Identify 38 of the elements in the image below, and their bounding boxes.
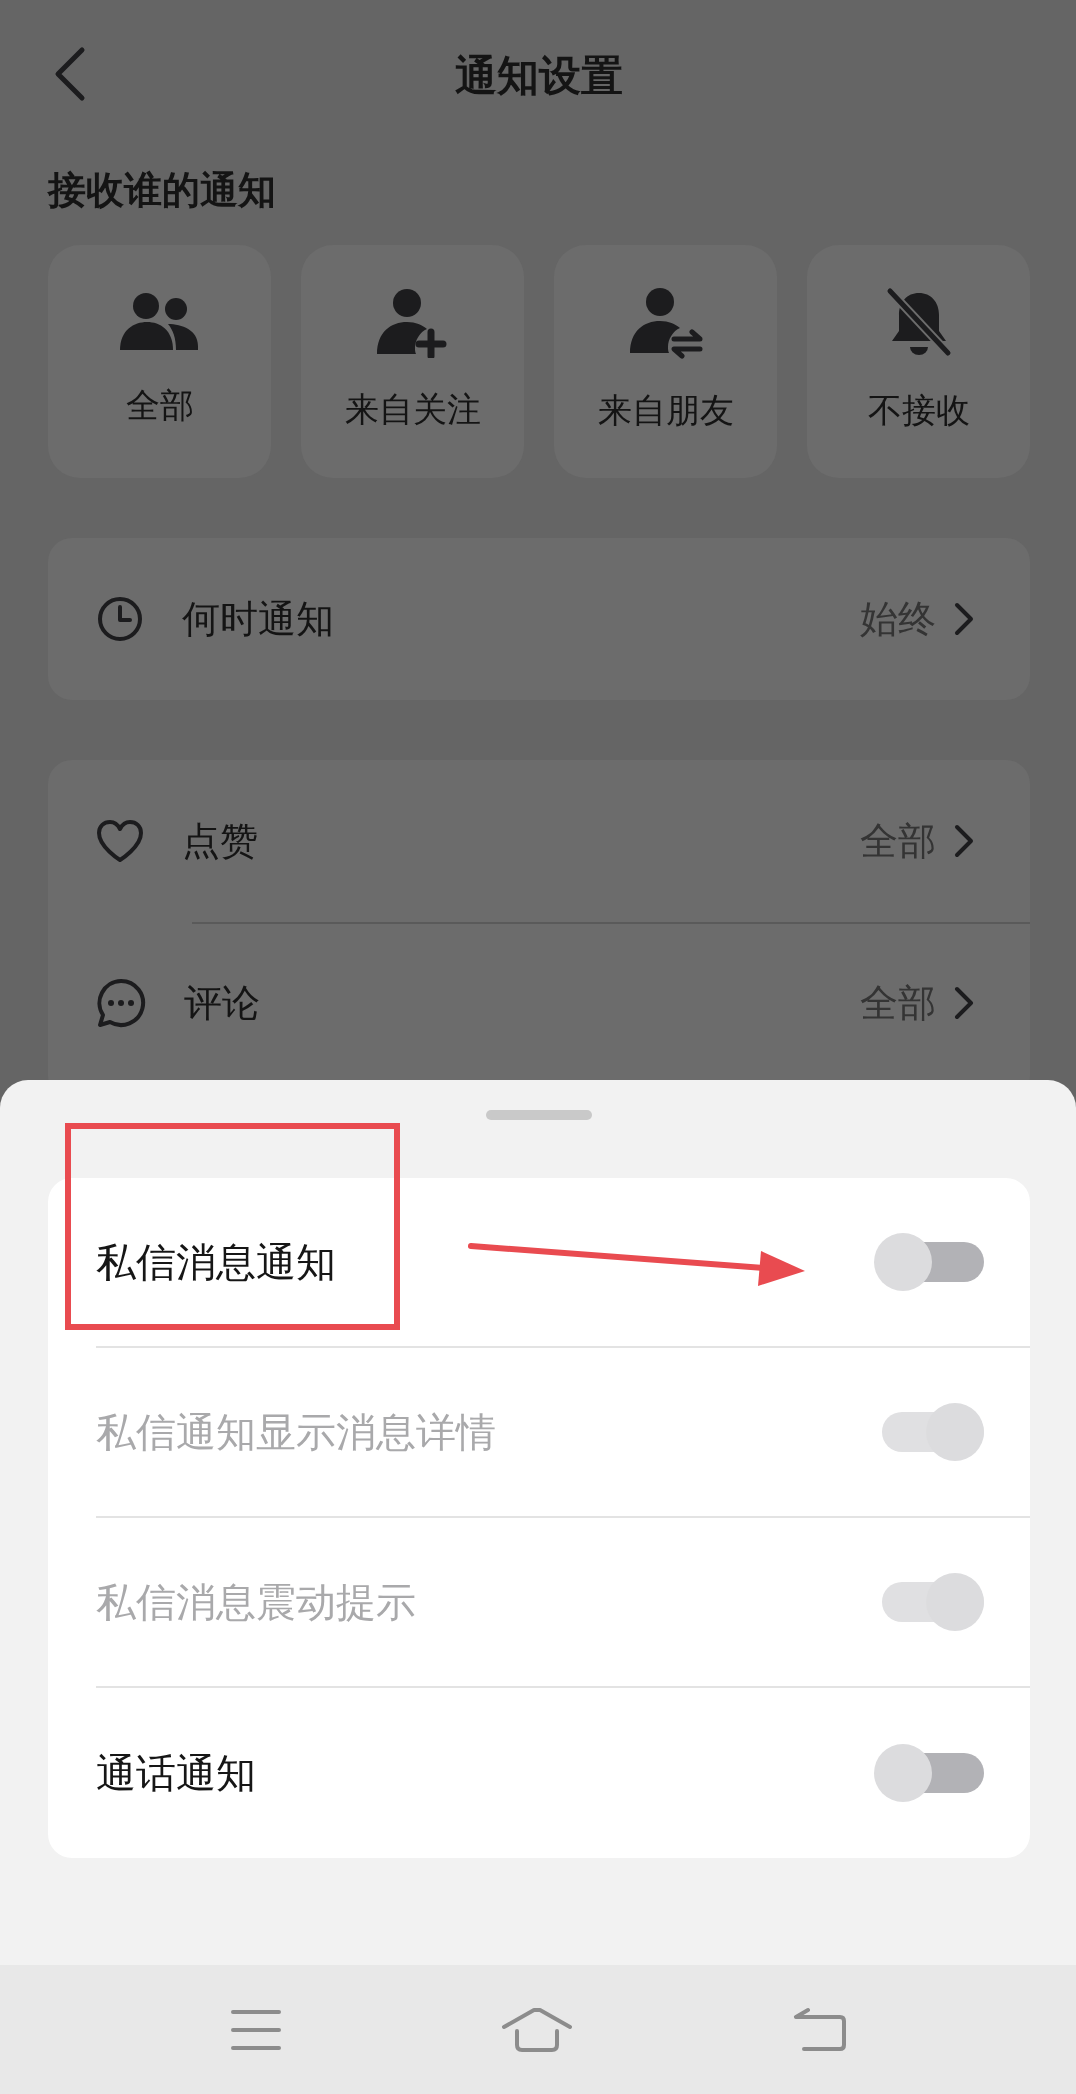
setting-label: 私信通知显示消息详情 (96, 1408, 496, 1457)
row-label: 点赞 (182, 817, 259, 865)
page-title: 通知设置 (455, 49, 623, 102)
chat-bubble-icon (96, 978, 146, 1028)
drag-handle[interactable] (486, 1110, 592, 1120)
option-label: 不接收 (867, 389, 970, 432)
recipient-option[interactable]: 不接收 (807, 245, 1030, 478)
option-label: 全部 (125, 384, 194, 427)
chevron-icon (954, 986, 974, 1020)
back-icon[interactable] (792, 2006, 847, 2053)
row-value: 始终 (860, 595, 936, 643)
menu-icon[interactable] (229, 2007, 282, 2052)
back-icon[interactable] (54, 46, 86, 102)
option-label: 来自关注 (344, 388, 481, 431)
settings-row[interactable]: 点赞 全部 (48, 760, 1030, 922)
clock-icon (96, 595, 144, 643)
row-value: 全部 (860, 817, 936, 865)
recipient-option[interactable]: 全部 (48, 245, 271, 478)
person-arrows-icon (627, 287, 704, 359)
toggle-switch[interactable] (874, 1233, 984, 1291)
settings-row[interactable]: 何时通知 始终 (48, 538, 1030, 700)
setting-label: 私信消息震动提示 (96, 1578, 416, 1627)
bell-slash-icon (885, 287, 952, 359)
recipient-option[interactable]: 来自朋友 (554, 245, 777, 478)
heart-icon (96, 819, 144, 863)
home-icon[interactable] (501, 2006, 573, 2053)
toggle-switch[interactable] (874, 1744, 984, 1802)
chevron-icon (954, 602, 974, 636)
chevron-icon (954, 824, 974, 858)
setting-label: 通话通知 (96, 1749, 256, 1798)
recipient-option[interactable]: 来自关注 (301, 245, 524, 478)
row-label: 何时通知 (182, 595, 335, 643)
settings-row[interactable]: 评论 全部 (48, 922, 1030, 1084)
row-value: 全部 (860, 979, 936, 1027)
option-label: 来自朋友 (597, 389, 734, 432)
row-label: 评论 (184, 979, 261, 1027)
setting-label: 私信消息通知 (96, 1238, 336, 1287)
section-label: 接收谁的通知 (48, 167, 277, 214)
